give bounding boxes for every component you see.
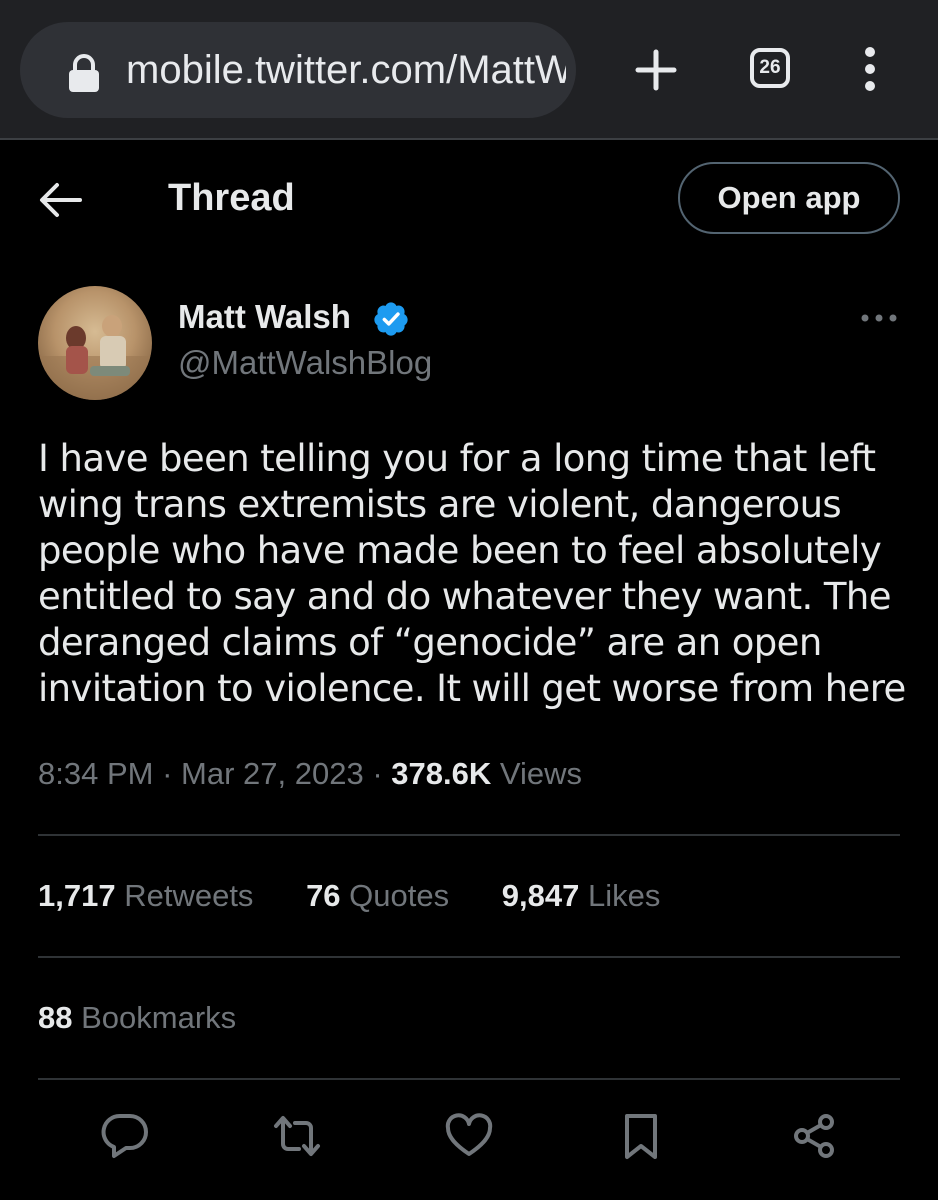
tweet-meta: 8:34 PM · Mar 27, 2023 · 378.6K Views xyxy=(38,754,582,794)
divider xyxy=(38,834,900,836)
like-icon[interactable] xyxy=(444,1112,494,1160)
arrow-left-icon[interactable] xyxy=(38,180,82,220)
browser-toolbar: mobile.twitter.com/MattW 26 xyxy=(0,0,938,140)
page-title: Thread xyxy=(168,177,295,219)
tweet-time[interactable]: 8:34 PM xyxy=(38,756,153,791)
views-label: Views xyxy=(499,756,583,791)
verified-badge-icon xyxy=(374,302,408,336)
retweets-label: Retweets xyxy=(124,878,254,913)
bookmark-icon[interactable] xyxy=(616,1112,666,1160)
more-options-icon[interactable] xyxy=(860,310,898,326)
quotes-stat[interactable]: 76 Quotes xyxy=(306,876,449,916)
views-count: 378.6K xyxy=(391,756,492,791)
avatar[interactable] xyxy=(38,286,152,400)
engagement-stats: 1,717 Retweets 76 Quotes 9,847 Likes xyxy=(38,876,704,916)
address-bar-url[interactable]: mobile.twitter.com/MattW xyxy=(126,46,566,94)
reply-icon[interactable] xyxy=(100,1112,150,1160)
bookmarks-stat[interactable]: 88 Bookmarks xyxy=(38,998,236,1038)
avatar-photo xyxy=(38,315,152,400)
retweets-count: 1,717 xyxy=(38,878,116,913)
likes-stat[interactable]: 9,847 Likes xyxy=(502,876,661,916)
tweet-date[interactable]: Mar 27, 2023 xyxy=(181,756,364,791)
likes-label: Likes xyxy=(587,878,661,913)
tweet-text: I have been telling you for a long time … xyxy=(38,437,906,710)
author-name[interactable]: Matt Walsh xyxy=(178,296,351,338)
open-app-button[interactable]: Open app xyxy=(678,162,900,234)
tab-count: 26 xyxy=(759,57,781,78)
retweet-icon[interactable] xyxy=(272,1112,322,1160)
bookmarks-label: Bookmarks xyxy=(81,1000,237,1035)
meta-separator: · xyxy=(372,756,383,791)
divider xyxy=(38,956,900,958)
likes-count: 9,847 xyxy=(501,878,580,913)
lock-icon xyxy=(69,54,99,92)
quotes-count: 76 xyxy=(306,878,341,913)
bookmarks-count: 88 xyxy=(38,1000,73,1035)
meta-separator: · xyxy=(162,756,173,791)
divider xyxy=(38,1078,900,1080)
share-icon[interactable] xyxy=(790,1112,840,1160)
tab-switcher-button[interactable]: 26 xyxy=(750,48,790,88)
address-bar[interactable]: mobile.twitter.com/MattW xyxy=(20,22,576,118)
author-handle[interactable]: @MattWalshBlog xyxy=(178,342,432,384)
retweets-stat[interactable]: 1,717 Retweets xyxy=(38,876,253,916)
plus-icon[interactable] xyxy=(634,48,678,92)
quotes-label: Quotes xyxy=(349,878,450,913)
vertical-dots-icon[interactable] xyxy=(860,46,880,92)
